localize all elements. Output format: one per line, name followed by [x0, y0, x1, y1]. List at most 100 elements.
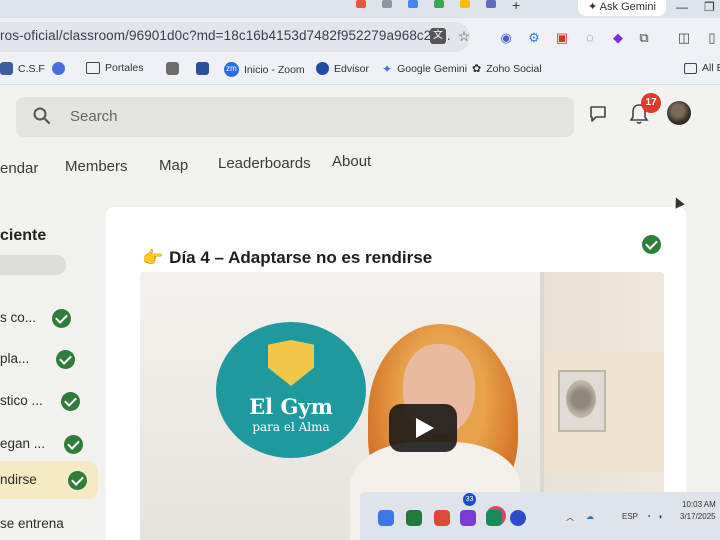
reading-list-icon[interactable]: ◫ — [676, 30, 692, 46]
lesson-label: egan ... — [0, 436, 46, 451]
play-button[interactable] — [389, 404, 457, 452]
tab-icon[interactable] — [356, 0, 366, 8]
lesson-item[interactable]: s co... — [0, 301, 100, 337]
lesson-title-text: Día 4 – Adaptarse no es rendirse — [169, 248, 433, 267]
taskbar-app-icon[interactable] — [510, 510, 526, 526]
ask-gemini-button[interactable]: ✦ Ask Gemini — [578, 0, 666, 16]
chrome-icon — [52, 62, 65, 75]
check-icon — [61, 392, 80, 411]
tab-members[interactable]: Members — [65, 158, 128, 175]
tab-icon[interactable] — [408, 0, 418, 8]
folder-icon — [684, 62, 697, 74]
new-tab-icon[interactable]: + — [512, 0, 520, 13]
logo-title: El Gym — [249, 394, 333, 419]
classroom-page: Search 17 endar Members Map Leaderboards… — [0, 85, 720, 540]
taskbar-app-icon[interactable] — [406, 510, 422, 526]
browser-toolbar: ros-oficial/classroom/96901d0c?md=18c16b… — [0, 18, 720, 56]
tab-icon[interactable] — [382, 0, 392, 8]
address-bar[interactable]: ros-oficial/classroom/96901d0c?md=18c16b… — [0, 22, 470, 52]
tray-chevron-icon[interactable]: ︿ — [566, 512, 574, 523]
screen: + ✦ Ask Gemini — ❐ ros-oficial/classroom… — [0, 0, 720, 540]
side-panel-icon[interactable]: ▯ — [704, 30, 720, 46]
gemini-icon: ✦ — [382, 62, 393, 76]
chat-icon[interactable] — [588, 104, 608, 124]
pointing-hand-icon: 👉 — [142, 248, 164, 267]
volume-icon[interactable]: ◖ — [658, 512, 663, 521]
progress-bar — [0, 255, 66, 275]
extensions-puzzle-icon[interactable]: ⧉ — [636, 30, 652, 46]
translate-icon[interactable]: 文 — [430, 28, 446, 44]
lesson-item[interactable]: se entrena — [0, 507, 100, 540]
tab-map[interactable]: Map — [159, 157, 188, 174]
check-icon — [52, 309, 71, 328]
bookmarks-bar: C.S.F Portales zm Inicio - Zoom Edvisor ✦… — [0, 56, 720, 85]
lesson-item[interactable]: stico ... — [0, 384, 100, 420]
mail-icon — [166, 62, 179, 75]
bookmark-item[interactable]: All Bo — [684, 62, 720, 74]
browser-tab-strip: + ✦ Ask Gemini — ❐ — [0, 0, 720, 18]
tab-about[interactable]: About — [332, 153, 371, 170]
clock-date[interactable]: 3/17/2025 — [680, 512, 716, 521]
search-icon — [33, 107, 51, 125]
check-icon — [68, 471, 87, 490]
lesson-item-active[interactable]: ndirse — [0, 461, 98, 499]
tab-icon[interactable] — [486, 0, 496, 8]
tab-calendar[interactable]: endar — [0, 160, 38, 177]
onedrive-icon[interactable]: ☁ — [586, 512, 594, 521]
language-indicator[interactable]: ESP — [622, 512, 638, 521]
taskbar-app-icon[interactable] — [434, 510, 450, 526]
bookmark-item[interactable]: zm Inicio - Zoom — [224, 62, 305, 77]
lesson-complete-check-icon[interactable] — [642, 235, 661, 254]
tab-leaderboards[interactable]: Leaderboards — [218, 155, 311, 172]
bookmark-item[interactable]: ✦ Google Gemini — [382, 62, 467, 76]
tab-icon[interactable] — [434, 0, 444, 8]
extension-icon[interactable]: ◌ — [582, 30, 598, 46]
check-icon — [56, 350, 75, 369]
bookmark-item[interactable]: C.S.F — [0, 62, 45, 75]
zoho-icon: ✿ — [472, 63, 482, 75]
minimize-icon[interactable]: — — [676, 0, 688, 14]
bookmark-item[interactable] — [196, 62, 209, 75]
bookmark-item[interactable]: Portales — [86, 62, 144, 74]
bookmark-item[interactable]: ✿ Zoho Social — [472, 62, 542, 76]
edvisor-icon — [316, 62, 329, 75]
wifi-icon[interactable]: ◔ — [646, 512, 651, 521]
shield-icon — [268, 340, 314, 386]
check-icon — [64, 435, 83, 454]
folder-icon — [86, 62, 100, 74]
url-text[interactable]: ros-oficial/classroom/96901d0c?md=18c16b… — [0, 28, 451, 43]
extension-icon[interactable]: ◉ — [498, 30, 514, 46]
search-placeholder[interactable]: Search — [70, 108, 118, 125]
lesson-label: ndirse — [0, 472, 37, 487]
logo-subtitle: para el Alma — [252, 420, 330, 434]
search-bar[interactable]: Search — [16, 97, 574, 137]
module-heading: ciente — [0, 227, 47, 244]
zoom-icon: zm — [224, 62, 239, 77]
lesson-item[interactable]: egan ... — [0, 427, 100, 463]
gemini-sparkle-icon: ✦ — [588, 1, 600, 13]
bookmark-item[interactable]: Edvisor — [316, 62, 369, 75]
extension-icon[interactable]: ◆ — [610, 30, 626, 46]
bookmark-star-icon[interactable]: ☆ — [456, 28, 472, 44]
lesson-item[interactable]: pla... — [0, 342, 100, 378]
lion-painting — [558, 370, 606, 432]
taskbar-app-icon[interactable] — [378, 510, 394, 526]
lesson-label: s co... — [0, 310, 37, 325]
bookmark-item[interactable] — [166, 62, 179, 75]
school-icon — [196, 62, 209, 75]
extension-icon[interactable]: ▣ — [554, 30, 570, 46]
restore-icon[interactable]: ❐ — [704, 0, 715, 14]
taskbar-app-icon[interactable] — [460, 510, 476, 526]
notification-badge[interactable]: 17 — [641, 93, 661, 113]
avatar[interactable] — [667, 101, 691, 125]
tab-icon[interactable] — [460, 0, 470, 8]
taskbar-badge: 33 — [463, 493, 476, 506]
csf-icon — [0, 62, 13, 75]
bookmark-item[interactable] — [52, 62, 65, 75]
lesson-label: stico ... — [0, 393, 43, 408]
extension-icon[interactable]: ⚙ — [526, 30, 542, 46]
gym-logo: El Gym para el Alma — [216, 322, 366, 458]
taskbar-app-icon[interactable] — [486, 510, 502, 526]
clock-time[interactable]: 10:03 AM — [682, 500, 716, 509]
nav-tabs: endar Members Map Leaderboards About — [0, 153, 720, 185]
